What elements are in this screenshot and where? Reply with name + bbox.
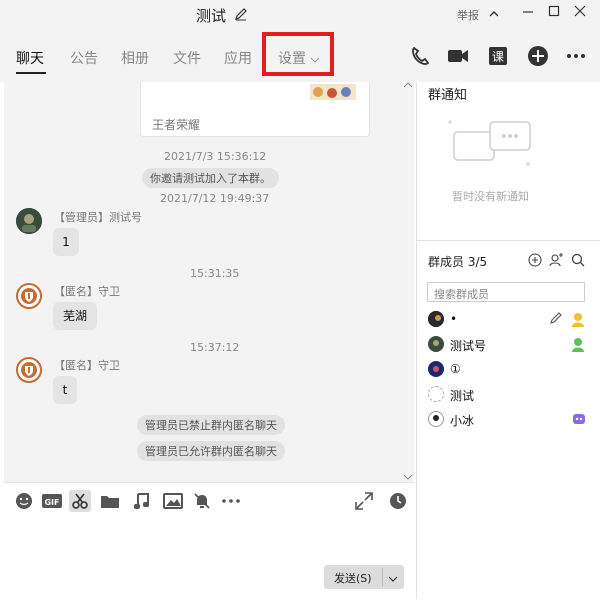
member-name: ① — [450, 362, 461, 376]
lesson-icon[interactable]: 课 — [486, 44, 510, 68]
card-thumbnail-icon — [310, 84, 356, 103]
pin-icon[interactable] — [486, 6, 502, 25]
add-icon[interactable] — [526, 44, 550, 68]
message-bubble[interactable]: t — [53, 376, 77, 404]
timestamp: 2021/7/12 19:49:37 — [160, 192, 270, 205]
maximize-icon[interactable] — [542, 4, 566, 24]
window-title: 测试 — [196, 7, 227, 25]
member-row[interactable]: 测试 — [428, 386, 598, 404]
avatar — [428, 336, 444, 352]
group-notice-title: 群通知 — [428, 88, 468, 103]
tab-files[interactable]: 文件 — [173, 48, 201, 68]
avatar — [428, 311, 444, 327]
message-bubble[interactable]: 1 — [53, 228, 79, 256]
gif-icon[interactable]: GIF — [41, 490, 63, 512]
tab-announcement[interactable]: 公告 — [70, 48, 98, 68]
empty-notice-illustration-icon — [446, 116, 536, 183]
avatar[interactable] — [16, 208, 42, 234]
invite-icon[interactable] — [528, 253, 542, 270]
member-row[interactable]: • — [428, 311, 598, 329]
screenshot-scissors-icon[interactable] — [69, 490, 91, 512]
anonymous-avatar-icon[interactable] — [16, 357, 42, 383]
mute-bell-icon[interactable] — [191, 490, 213, 512]
tab-chat[interactable]: 聊天 — [16, 48, 44, 68]
system-message: 你邀请测试加入了本群。 — [142, 168, 279, 188]
report-link[interactable]: 举报 — [457, 7, 479, 23]
divider — [416, 240, 600, 241]
robot-badge-icon — [572, 412, 586, 429]
member-row[interactable]: 测试号 — [428, 336, 598, 354]
emoji-icon[interactable] — [13, 490, 35, 512]
add-member-icon[interactable] — [549, 253, 563, 270]
tab-album[interactable]: 相册 — [121, 48, 149, 68]
timestamp: 2021/7/3 15:36:12 — [164, 150, 267, 163]
avatar — [428, 386, 444, 402]
expand-icon[interactable] — [353, 490, 375, 512]
member-name: 测试 — [450, 389, 475, 403]
edit-icon[interactable] — [234, 7, 248, 24]
active-tab-indicator — [16, 72, 46, 74]
sender-name: 【匿名】守卫 — [54, 285, 120, 298]
settings-highlight-box — [262, 32, 334, 76]
card-title: 王者荣耀 — [152, 118, 201, 132]
timestamp: 15:31:35 — [190, 267, 240, 280]
member-name: 测试号 — [450, 339, 487, 353]
system-message: 管理员已允许群内匿名聊天 — [137, 441, 285, 461]
send-button-label: 发送(S) — [334, 572, 372, 585]
member-row[interactable]: ① — [428, 361, 598, 379]
send-divider — [382, 568, 383, 586]
video-call-icon[interactable] — [446, 44, 470, 68]
image-icon[interactable] — [162, 490, 184, 512]
timestamp: 15:37:12 — [190, 341, 240, 354]
admin-badge-icon — [570, 336, 586, 355]
member-row[interactable]: 小冰 — [428, 411, 598, 429]
folder-icon[interactable] — [99, 490, 121, 512]
tab-apps[interactable]: 应用 — [224, 48, 252, 68]
edit-icon[interactable] — [549, 311, 563, 328]
more-icon[interactable] — [564, 44, 588, 68]
members-title: 群成员 3/5 — [428, 255, 488, 269]
avatar — [428, 361, 444, 377]
sender-name: 【匿名】守卫 — [54, 359, 120, 372]
sender-name: 【管理员】测试号 — [54, 211, 142, 224]
member-name: • — [450, 312, 458, 326]
anonymous-avatar-icon[interactable] — [16, 283, 42, 309]
close-icon[interactable] — [568, 4, 592, 24]
message-bubble[interactable]: 芜湖 — [53, 302, 97, 330]
member-name: 小冰 — [450, 414, 475, 428]
avatar — [428, 411, 444, 427]
empty-notice-text: 暂时没有新通知 — [452, 190, 529, 203]
history-clock-icon[interactable] — [387, 490, 409, 512]
music-icon[interactable] — [130, 490, 152, 512]
svg-text:GIF: GIF — [44, 498, 59, 507]
send-options-chevron-icon[interactable] — [388, 572, 398, 586]
minimize-icon[interactable] — [516, 4, 540, 24]
svg-text:课: 课 — [492, 50, 504, 64]
member-search-placeholder: 搜索群成员 — [434, 288, 489, 301]
more-tools-icon[interactable] — [220, 490, 242, 512]
title-bar — [0, 0, 600, 32]
phone-icon[interactable] — [408, 44, 432, 68]
search-icon[interactable] — [571, 253, 585, 270]
system-message: 管理员已禁止群内匿名聊天 — [137, 415, 285, 435]
owner-badge-icon — [570, 311, 586, 330]
collapse-up-icon[interactable] — [403, 78, 413, 92]
